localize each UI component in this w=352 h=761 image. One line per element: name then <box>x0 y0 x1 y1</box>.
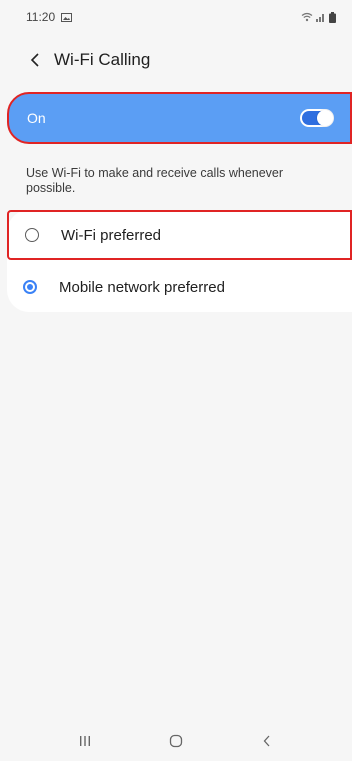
master-switch-row[interactable]: On <box>7 92 352 144</box>
master-switch-toggle[interactable] <box>300 109 334 127</box>
options-card: Wi-Fi preferred Mobile network preferred <box>7 210 352 312</box>
recent-apps-button[interactable] <box>65 726 105 756</box>
home-button[interactable] <box>156 726 196 756</box>
header: Wi-Fi Calling <box>0 40 352 80</box>
signal-icon <box>316 14 324 22</box>
back-arrow-icon <box>30 53 39 67</box>
gallery-icon <box>61 12 73 22</box>
status-right <box>301 11 336 23</box>
nav-back-button[interactable] <box>247 726 287 756</box>
option-label: Wi-Fi preferred <box>61 226 162 244</box>
status-bar: 11:20 <box>0 0 352 34</box>
wifi-icon <box>301 12 313 22</box>
option-wifi-preferred[interactable]: Wi-Fi preferred <box>7 210 352 260</box>
option-label: Mobile network preferred <box>59 278 225 296</box>
option-mobile-network-preferred[interactable]: Mobile network preferred <box>7 262 352 312</box>
radio-wifi-preferred[interactable] <box>25 228 39 242</box>
switch-thumb <box>317 110 333 126</box>
radio-mobile-network-preferred[interactable] <box>23 280 37 294</box>
description-text: Use Wi-Fi to make and receive calls when… <box>26 166 284 195</box>
home-icon <box>169 734 183 748</box>
back-button[interactable] <box>22 45 48 75</box>
master-switch-label: On <box>27 110 46 126</box>
back-icon <box>263 735 270 747</box>
recent-apps-icon <box>80 736 91 746</box>
page-title: Wi-Fi Calling <box>54 50 151 69</box>
status-left: 11:20 <box>26 10 73 24</box>
navigation-bar <box>0 721 352 761</box>
status-time: 11:20 <box>26 10 56 24</box>
battery-icon <box>329 11 336 23</box>
